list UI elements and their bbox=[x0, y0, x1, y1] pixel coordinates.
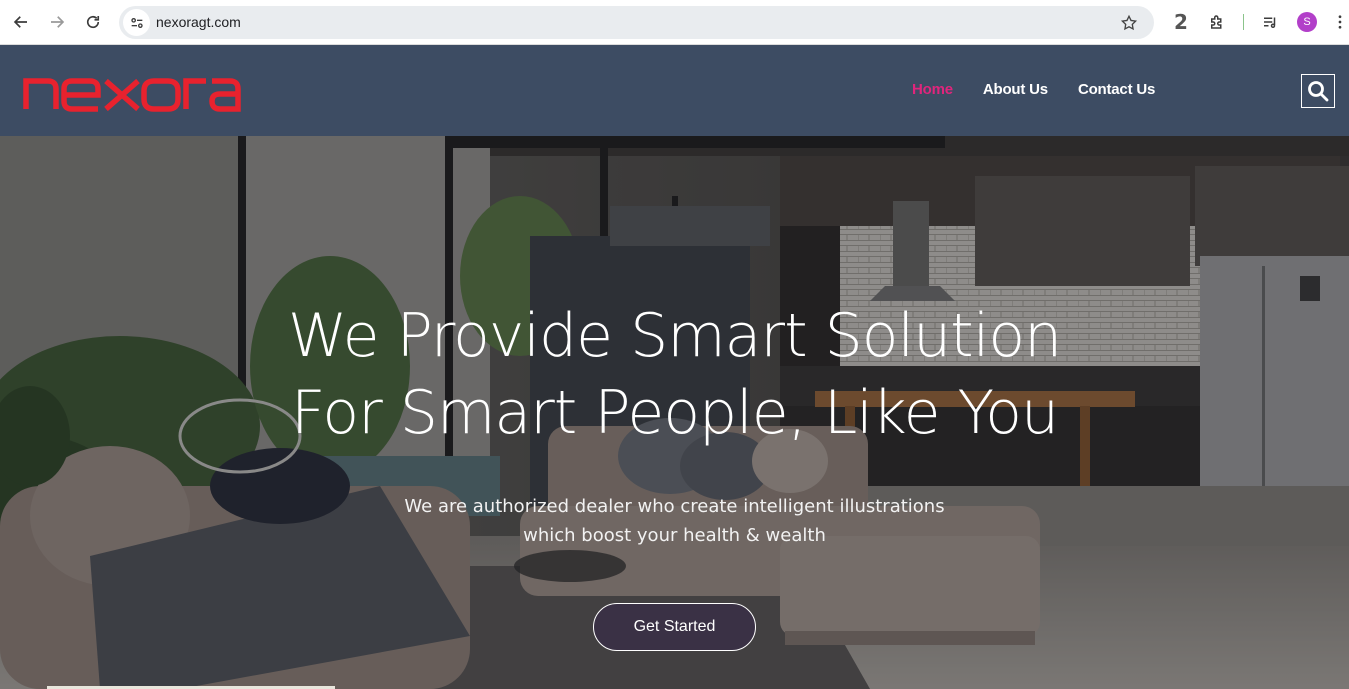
back-icon bbox=[13, 16, 27, 28]
search-button[interactable] bbox=[1301, 74, 1335, 108]
search-icon bbox=[1308, 81, 1329, 102]
address-bar[interactable]: nexoragt.com bbox=[119, 6, 1154, 39]
hero-section: We Provide Smart Solution For Smart Peop… bbox=[0, 136, 1349, 689]
nav-contact-us[interactable]: Contact Us bbox=[1078, 81, 1155, 98]
site-header: Home About Us Contact Us bbox=[0, 45, 1349, 136]
browser-menu-button[interactable] bbox=[1330, 9, 1349, 35]
url-text[interactable]: nexoragt.com bbox=[156, 14, 241, 30]
hero-subtitle-line-2: which boost your health & wealth bbox=[523, 525, 826, 546]
site-info-icon bbox=[130, 17, 143, 28]
extension-badge: 2 bbox=[1174, 10, 1188, 34]
hero-subtitle-line-1: We are authorized dealer who create inte… bbox=[404, 496, 945, 517]
profile-avatar[interactable]: S bbox=[1297, 12, 1317, 32]
extensions-icon bbox=[1211, 15, 1222, 29]
media-control-button[interactable] bbox=[1257, 9, 1283, 35]
hero-title-line-2: For Smart People, Like You bbox=[291, 378, 1059, 448]
extension-two-button[interactable]: 2 bbox=[1168, 9, 1194, 35]
hero-subtitle: We are authorized dealer who create inte… bbox=[0, 492, 1349, 550]
browser-toolbar: nexoragt.com 2 S bbox=[0, 0, 1349, 45]
menu-dots-icon bbox=[1338, 15, 1342, 29]
nav-home[interactable]: Home bbox=[912, 81, 953, 98]
nav-about-us[interactable]: About Us bbox=[983, 81, 1048, 98]
reload-icon bbox=[86, 15, 100, 29]
site-logo[interactable] bbox=[22, 65, 244, 115]
media-control-icon bbox=[1264, 17, 1276, 28]
hero-title-line-1: We Provide Smart Solution bbox=[287, 301, 1062, 371]
forward-icon bbox=[51, 16, 65, 28]
toolbar-divider bbox=[1243, 14, 1244, 30]
site-info-button[interactable] bbox=[123, 9, 150, 36]
hero-title: We Provide Smart Solution For Smart Peop… bbox=[0, 298, 1349, 452]
star-icon bbox=[1120, 14, 1138, 31]
bookmark-button[interactable] bbox=[1118, 12, 1140, 34]
extensions-button[interactable] bbox=[1204, 9, 1230, 35]
get-started-button[interactable]: Get Started bbox=[593, 603, 756, 651]
back-button[interactable] bbox=[7, 8, 35, 36]
nexora-logo-icon bbox=[23, 78, 241, 112]
forward-button[interactable] bbox=[43, 8, 71, 36]
reload-button[interactable] bbox=[79, 8, 107, 36]
main-navigation: Home About Us Contact Us bbox=[912, 81, 1185, 98]
